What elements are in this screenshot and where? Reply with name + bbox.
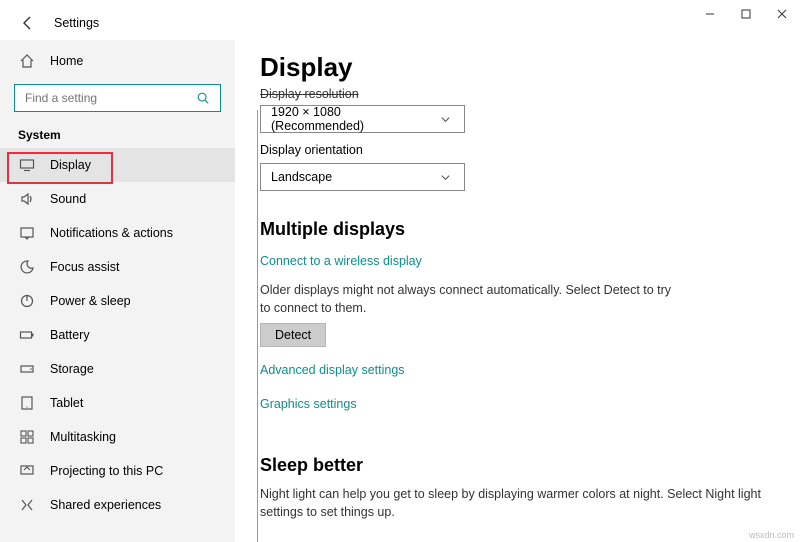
connect-wireless-link[interactable]: Connect to a wireless display [260,254,422,268]
shared-icon [18,496,36,514]
detect-description: Older displays might not always connect … [260,282,680,317]
home-icon [18,52,36,70]
home-label: Home [50,54,83,68]
minimize-button[interactable] [692,0,728,28]
app-title: Settings [54,16,99,30]
page-title: Display [260,52,775,83]
monitor-icon [18,156,36,174]
nav-label: Sound [50,192,86,206]
home-nav[interactable]: Home [0,46,235,80]
sidebar: Home System Display Sound Not [0,40,235,542]
nav-power-sleep[interactable]: Power & sleep [0,284,235,318]
sleep-description: Night light can help you get to sleep by… [260,486,775,521]
main-content: Display Display resolution 1920 × 1080 (… [235,40,800,542]
resolution-label: Display resolution [260,87,775,101]
detect-button[interactable]: Detect [260,323,326,347]
search-input[interactable] [23,90,194,106]
nav-label: Display [50,158,91,172]
watermark: wsxdn.com [749,530,794,540]
moon-icon [18,258,36,276]
nav-multitasking[interactable]: Multitasking [0,420,235,454]
section-label: System [0,118,235,148]
nav-notifications[interactable]: Notifications & actions [0,216,235,250]
nav-label: Shared experiences [50,498,161,512]
nav-label: Battery [50,328,90,342]
sleep-better-heading: Sleep better [260,455,775,476]
nav-focus-assist[interactable]: Focus assist [0,250,235,284]
sound-icon [18,190,36,208]
search-icon [194,89,212,107]
chevron-down-icon [436,110,454,128]
nav-tablet[interactable]: Tablet [0,386,235,420]
graphics-settings-link[interactable]: Graphics settings [260,397,357,411]
nav-label: Multitasking [50,430,116,444]
search-box[interactable] [14,84,221,112]
orientation-select[interactable]: Landscape [260,163,465,191]
nav-projecting[interactable]: Projecting to this PC [0,454,235,488]
advanced-display-link[interactable]: Advanced display settings [260,363,405,377]
nav-sound[interactable]: Sound [0,182,235,216]
nav-list: Display Sound Notifications & actions Fo… [0,148,235,522]
nav-display[interactable]: Display [0,148,235,182]
nav-label: Storage [50,362,94,376]
scroll-indicator[interactable] [257,110,258,542]
maximize-button[interactable] [728,0,764,28]
nav-storage[interactable]: Storage [0,352,235,386]
resolution-select[interactable]: 1920 × 1080 (Recommended) [260,105,465,133]
nav-label: Power & sleep [50,294,131,308]
close-button[interactable] [764,0,800,28]
storage-icon [18,360,36,378]
nav-label: Projecting to this PC [50,464,163,478]
nav-battery[interactable]: Battery [0,318,235,352]
nav-label: Notifications & actions [50,226,173,240]
orientation-label: Display orientation [260,143,775,157]
back-button[interactable] [18,13,38,33]
nav-shared-exp[interactable]: Shared experiences [0,488,235,522]
tablet-icon [18,394,36,412]
power-icon [18,292,36,310]
projecting-icon [18,462,36,480]
notifications-icon [18,224,36,242]
multitask-icon [18,428,36,446]
nav-label: Tablet [50,396,83,410]
multiple-displays-heading: Multiple displays [260,219,775,240]
battery-icon [18,326,36,344]
chevron-down-icon [436,168,454,186]
nav-label: Focus assist [50,260,119,274]
orientation-value: Landscape [271,170,332,184]
resolution-value: 1920 × 1080 (Recommended) [271,105,436,133]
